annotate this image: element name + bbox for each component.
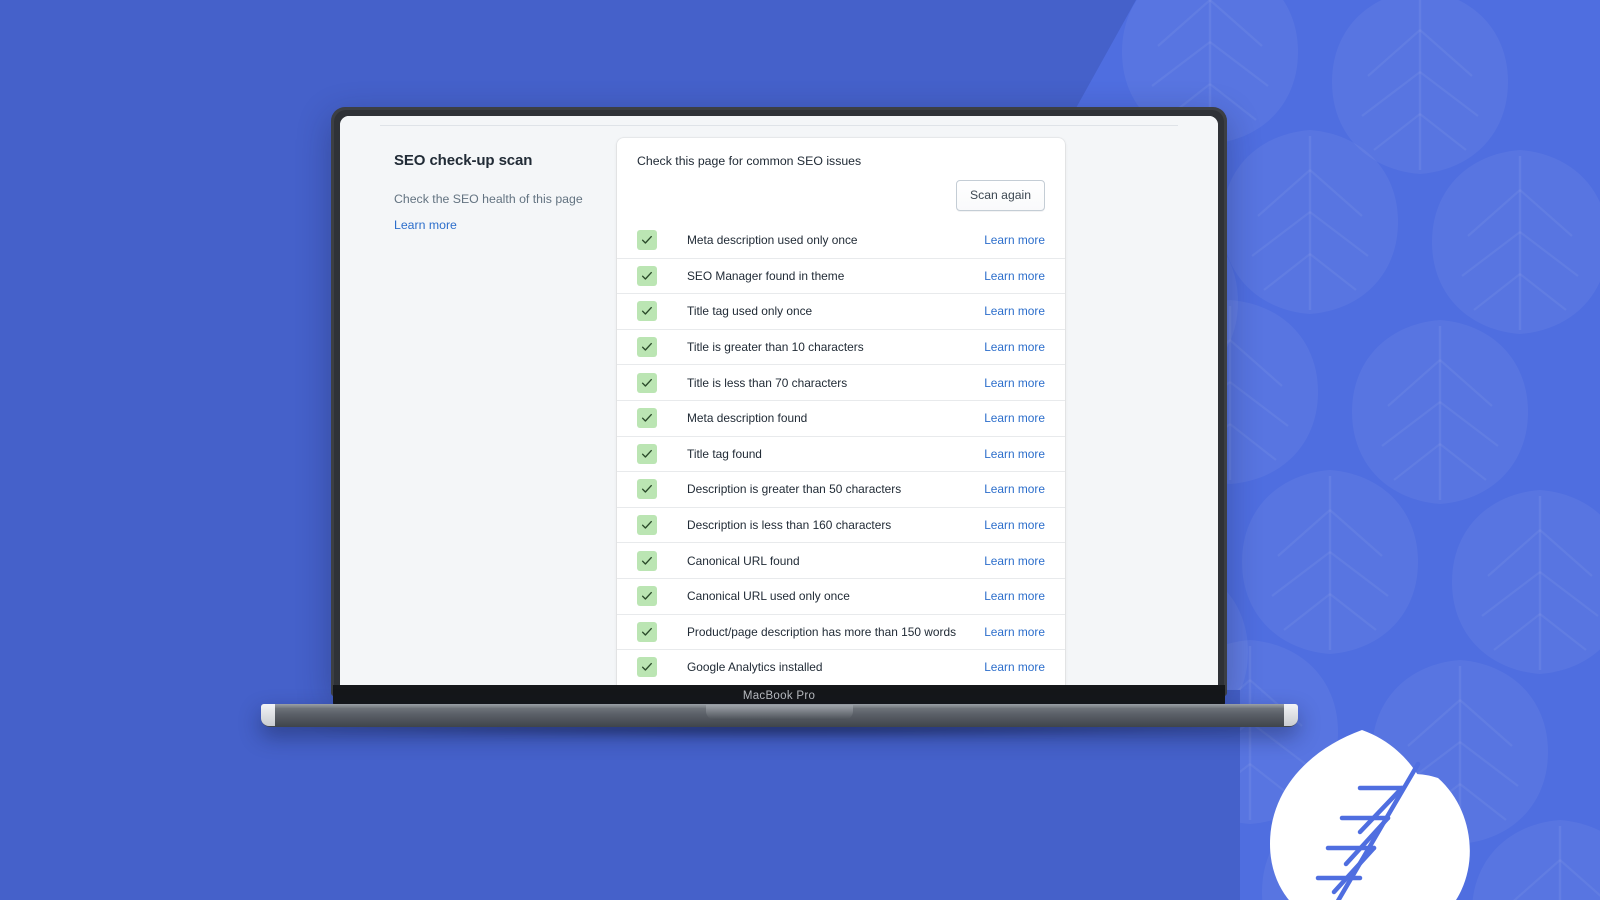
settings-sidebar: SEO check-up scan Check the SEO health o…: [340, 138, 617, 232]
check-icon: [637, 229, 657, 250]
check-icon: [637, 372, 657, 393]
check-label: SEO Manager found in theme: [687, 268, 845, 283]
check-icon: [637, 301, 657, 322]
laptop-screen: SEO check-up scan Check the SEO health o…: [340, 116, 1218, 688]
check-icon: [637, 515, 657, 536]
row-learn-more-link[interactable]: Learn more: [984, 376, 1045, 390]
macbook-brand-label: MacBook Pro: [742, 690, 816, 702]
row-learn-more-link[interactable]: Learn more: [984, 518, 1045, 532]
table-row: Meta description found Learn more: [617, 399, 1065, 436]
row-learn-more-link[interactable]: Learn more: [984, 589, 1045, 603]
row-learn-more-link[interactable]: Learn more: [984, 233, 1045, 247]
check-icon: [637, 550, 657, 571]
check-label: Product/page description has more than 1…: [687, 624, 957, 639]
check-label: Description is greater than 50 character…: [687, 482, 902, 497]
card-header: Check this page for common SEO issues: [617, 138, 1065, 168]
card-heading: Check this page for common SEO issues: [637, 154, 862, 168]
row-learn-more-link[interactable]: Learn more: [984, 304, 1045, 318]
check-label: Meta description used only once: [687, 232, 858, 247]
check-icon: [637, 265, 657, 286]
laptop-base-left-cap: [261, 704, 275, 726]
page-title: SEO check-up scan: [394, 152, 533, 169]
table-row: Description is less than 160 characters L…: [617, 506, 1065, 543]
check-label: Meta description found: [687, 411, 808, 426]
table-row: Google Analytics installed Learn more: [617, 649, 1065, 685]
table-row: Title tag found Learn more: [617, 435, 1065, 472]
sidebar-learn-more-link[interactable]: Learn more: [394, 218, 593, 232]
table-row: Title tag used only once Learn more: [617, 293, 1065, 329]
row-learn-more-link[interactable]: Learn more: [984, 447, 1045, 461]
check-icon: [637, 337, 657, 358]
scan-button-row: Scan again: [617, 168, 1065, 211]
header-divider: [380, 125, 1178, 126]
table-row: Title is greater than 10 characters Learn…: [617, 328, 1065, 365]
row-learn-more-link[interactable]: Learn more: [984, 554, 1045, 568]
table-row: Meta description used only once Learn mor…: [617, 222, 1065, 258]
laptop-drop-shadow: [295, 725, 1265, 739]
seo-check-list: Meta description used only once Learn mor…: [617, 222, 1065, 685]
table-row: Canonical URL found Learn more: [617, 542, 1065, 578]
row-learn-more-link[interactable]: Learn more: [984, 482, 1045, 496]
laptop-base-notch: [706, 705, 853, 720]
page-description: Check the SEO health of this page: [394, 192, 583, 206]
table-row: Canonical URL used only once Learn more: [617, 577, 1065, 614]
check-label: Title is greater than 10 characters: [687, 340, 864, 355]
check-icon: [637, 657, 657, 678]
app-window: SEO check-up scan Check the SEO health o…: [340, 116, 1218, 688]
check-label: Canonical URL found: [687, 553, 800, 568]
table-row: Title is less than 70 characters Learn mo…: [617, 364, 1065, 400]
check-label: Title tag found: [687, 446, 762, 461]
check-label: Title is less than 70 characters: [687, 375, 848, 390]
row-learn-more-link[interactable]: Learn more: [984, 660, 1045, 674]
check-label: Canonical URL used only once: [687, 589, 850, 604]
check-icon: [637, 443, 657, 464]
row-learn-more-link[interactable]: Learn more: [984, 269, 1045, 283]
check-label: Google Analytics installed: [687, 660, 823, 675]
table-row: Product/page description has more than 1…: [617, 613, 1065, 650]
row-learn-more-link[interactable]: Learn more: [984, 411, 1045, 425]
table-row: Description is greater than 50 character…: [617, 471, 1065, 507]
check-label: Title tag used only once: [687, 304, 813, 319]
row-learn-more-link[interactable]: Learn more: [984, 625, 1045, 639]
check-label: Description is less than 160 characters: [687, 518, 892, 533]
leaf-logo: [1270, 730, 1470, 900]
check-icon: [637, 408, 657, 429]
check-icon: [637, 621, 657, 642]
scan-again-button[interactable]: Scan again: [956, 180, 1045, 211]
seo-check-card: Check this page for common SEO issues Sc…: [617, 138, 1065, 688]
check-icon: [637, 586, 657, 607]
page-layout: SEO check-up scan Check the SEO health o…: [340, 138, 1218, 688]
table-row: SEO Manager found in theme Learn more: [617, 257, 1065, 294]
check-icon: [637, 479, 657, 500]
row-learn-more-link[interactable]: Learn more: [984, 340, 1045, 354]
